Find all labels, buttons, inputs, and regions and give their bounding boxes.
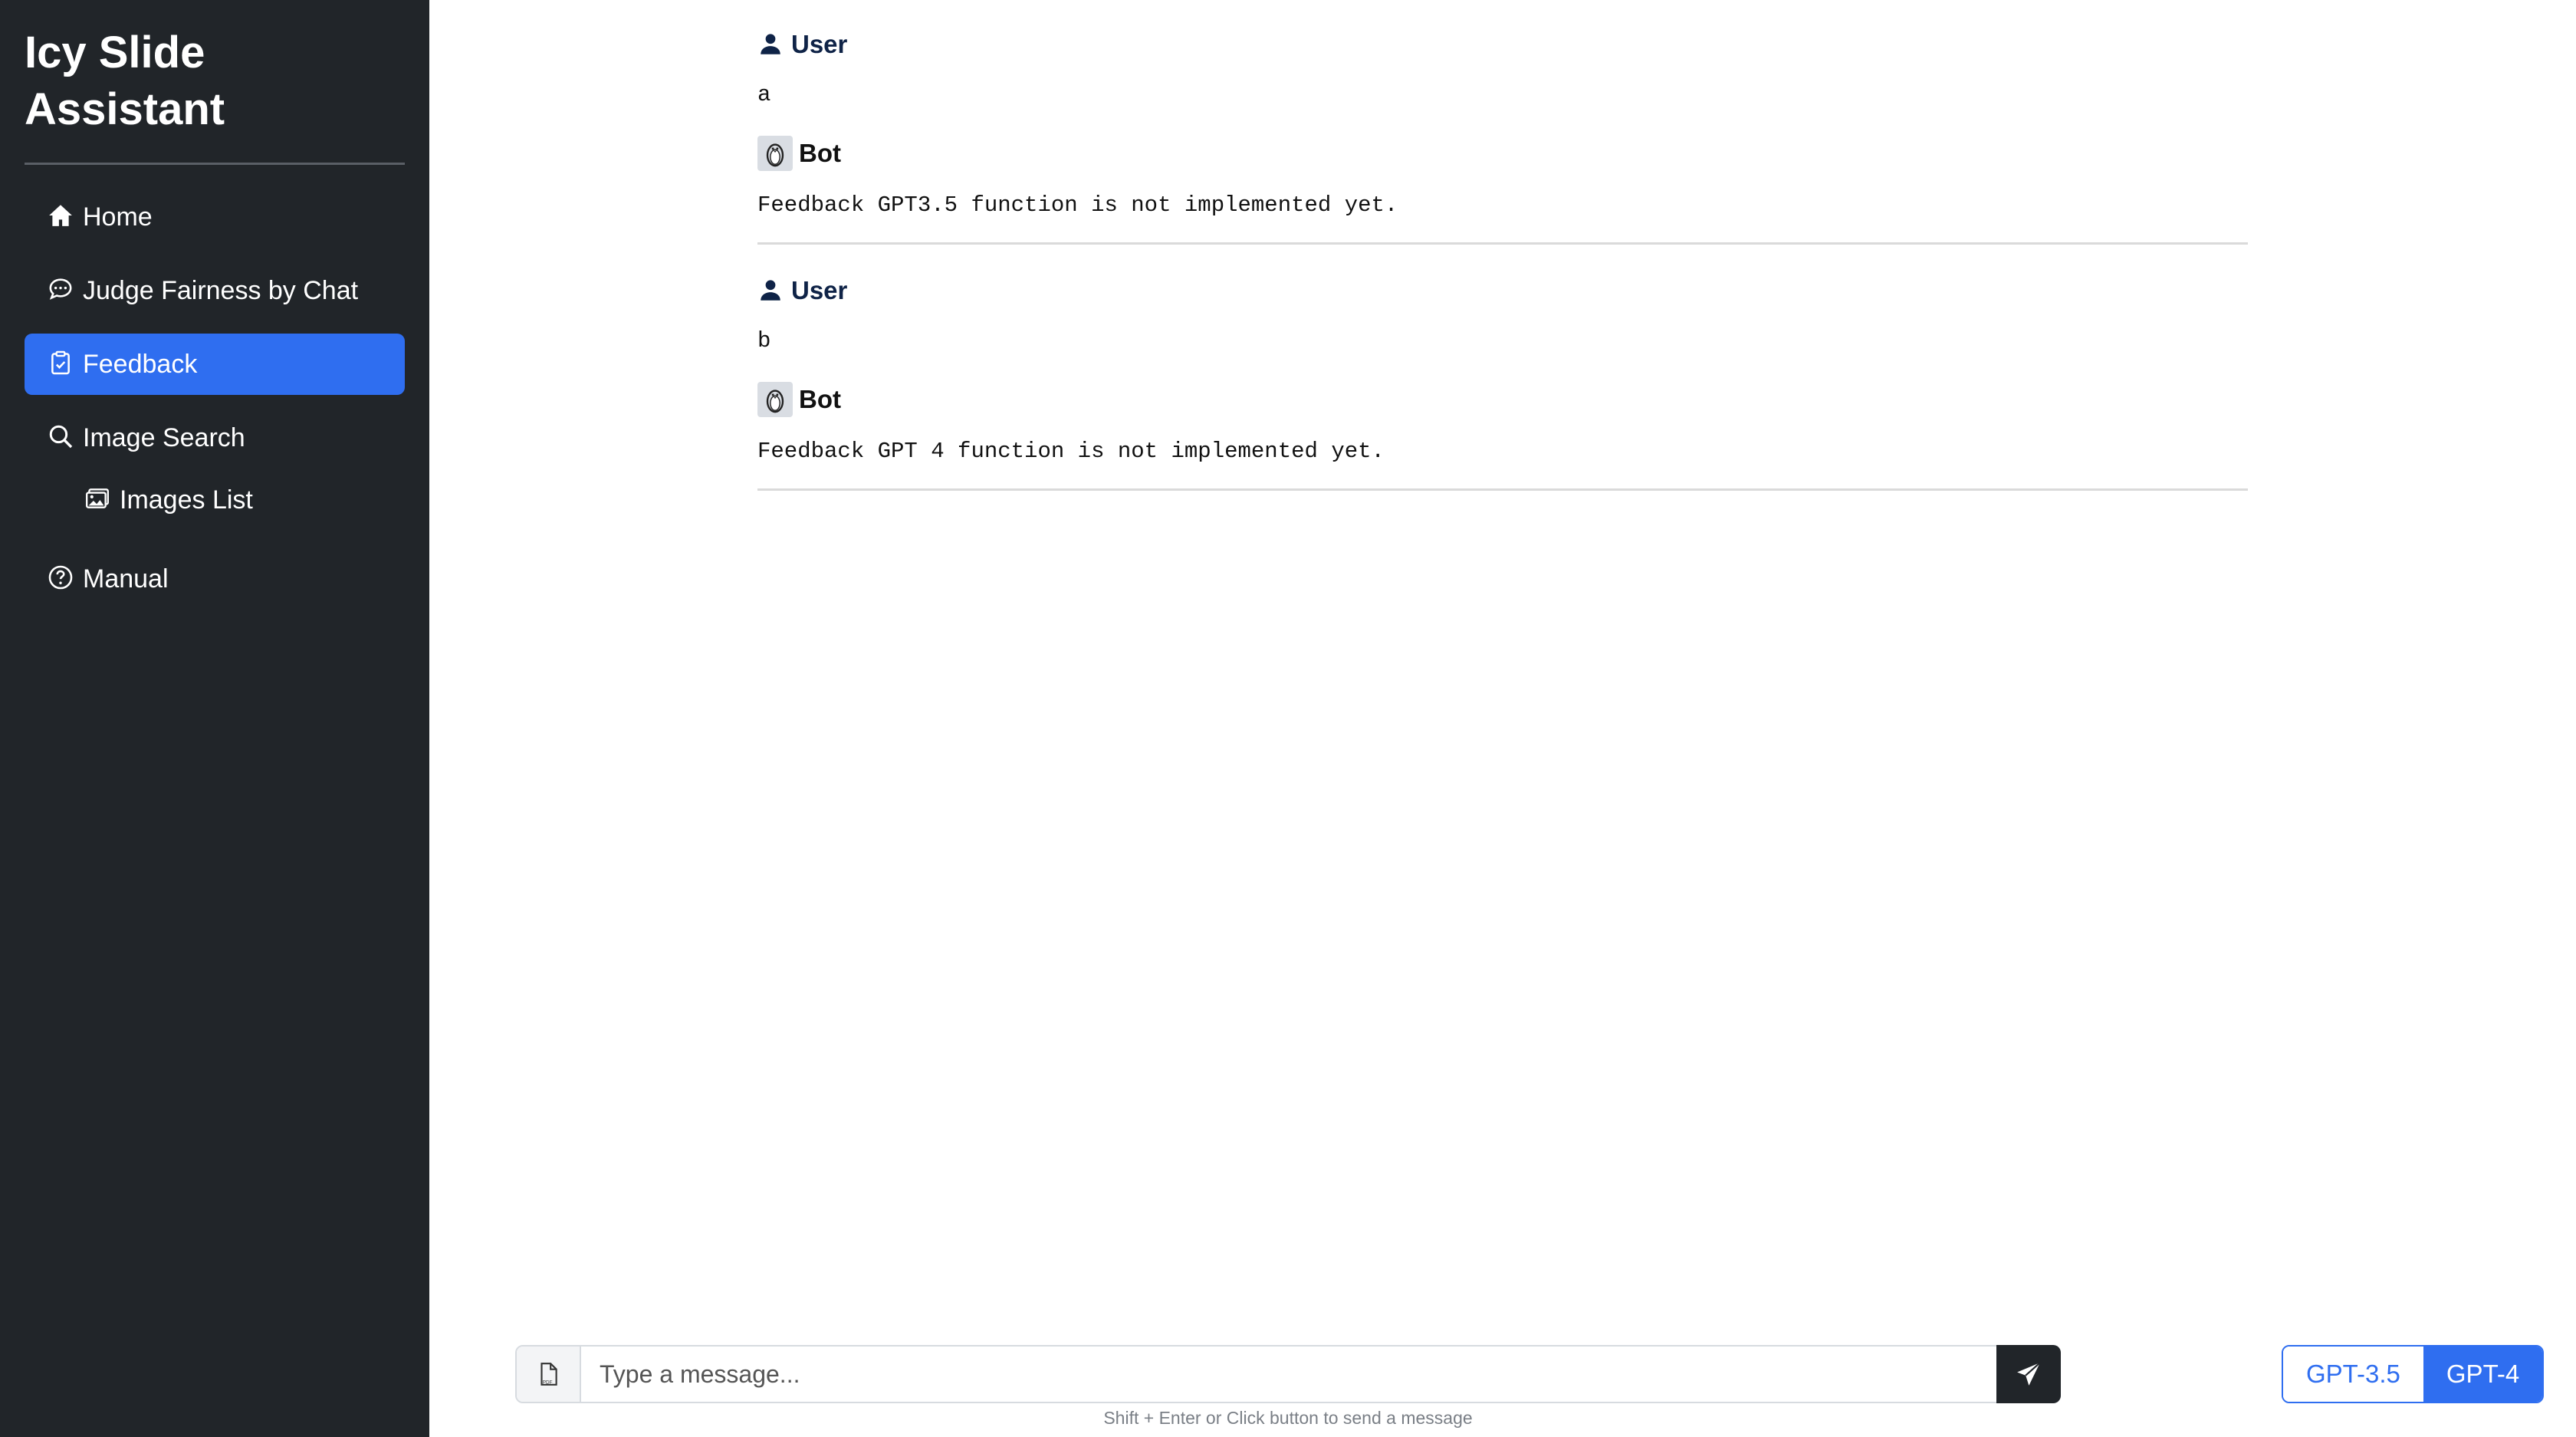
search-icon xyxy=(48,423,77,452)
chat-icon xyxy=(48,276,77,305)
bot-role-label: Bot xyxy=(757,378,2248,421)
svg-text:PDF: PDF xyxy=(543,1379,553,1385)
model-gpt4-button[interactable]: GPT-4 xyxy=(2423,1347,2543,1402)
sidebar-item-images-list[interactable]: Images List xyxy=(25,475,405,525)
sidebar-item-label: Images List xyxy=(120,485,253,515)
send-button[interactable] xyxy=(1996,1345,2061,1403)
person-icon xyxy=(761,34,780,54)
role-name: User xyxy=(791,276,848,304)
chat-message-user: User a xyxy=(757,0,2248,110)
sidebar-item-home[interactable]: Home xyxy=(25,186,405,248)
sidebar-item-judge-fairness[interactable]: Judge Fairness by Chat xyxy=(25,260,405,321)
user-role-label: User xyxy=(757,269,2248,312)
bot-role-label: Bot xyxy=(757,132,2248,175)
chat-message-user: User b xyxy=(757,261,2248,357)
clipboard-icon xyxy=(48,350,77,379)
sidebar-item-label: Feedback xyxy=(83,349,198,379)
role-name: Bot xyxy=(799,385,841,413)
house-icon xyxy=(48,202,77,232)
message-composer: PDF xyxy=(515,1345,2061,1403)
penguin-avatar-icon xyxy=(757,136,793,171)
sidebar: Icy Slide Assistant Home Judge Fairness … xyxy=(0,0,429,1437)
role-name: Bot xyxy=(799,139,841,167)
message-input[interactable] xyxy=(581,1347,1996,1402)
chat-message-bot: Bot Feedback GPT3.5 function is not impl… xyxy=(757,110,2248,245)
penguin-avatar-icon xyxy=(757,382,793,417)
message-text: Feedback GPT3.5 function is not implemen… xyxy=(757,192,1398,218)
sidebar-item-manual[interactable]: Manual xyxy=(25,548,405,610)
role-name: User xyxy=(791,30,848,58)
message-divider xyxy=(757,242,2248,245)
sidebar-item-feedback[interactable]: Feedback xyxy=(25,334,405,395)
sidebar-item-label: Image Search xyxy=(83,423,245,452)
person-icon xyxy=(761,280,780,301)
sidebar-item-label: Judge Fairness by Chat xyxy=(83,275,359,305)
message-text: Feedback GPT 4 function is not implement… xyxy=(757,439,1385,464)
model-gpt35-button[interactable]: GPT-3.5 xyxy=(2283,1347,2423,1402)
app-title: Icy Slide Assistant xyxy=(25,28,225,134)
sidebar-item-label: Manual xyxy=(83,564,169,594)
send-icon xyxy=(2017,1362,2041,1386)
pdf-file-icon: PDF xyxy=(540,1363,557,1386)
model-selector: GPT-3.5 GPT-4 xyxy=(2282,1345,2545,1403)
sidebar-nav: Home Judge Fairness by Chat Feedback Ima… xyxy=(25,186,405,610)
message-text: b xyxy=(757,328,771,353)
question-icon xyxy=(48,564,77,594)
send-hint: Shift + Enter or Click button to send a … xyxy=(1103,1408,1473,1428)
sidebar-item-image-search[interactable]: Image Search xyxy=(25,407,405,469)
chat-message-bot: Bot Feedback GPT 4 function is not imple… xyxy=(757,357,2248,491)
sidebar-item-label: Home xyxy=(83,202,153,232)
sidebar-divider xyxy=(25,163,405,165)
user-role-label: User xyxy=(757,23,2248,66)
chat-log: User a Bot Feedback GPT3.5 function is n… xyxy=(757,0,2248,508)
message-divider xyxy=(757,488,2248,491)
message-text: a xyxy=(757,82,771,107)
images-icon xyxy=(84,485,113,515)
pdf-upload-button[interactable]: PDF xyxy=(517,1347,581,1402)
